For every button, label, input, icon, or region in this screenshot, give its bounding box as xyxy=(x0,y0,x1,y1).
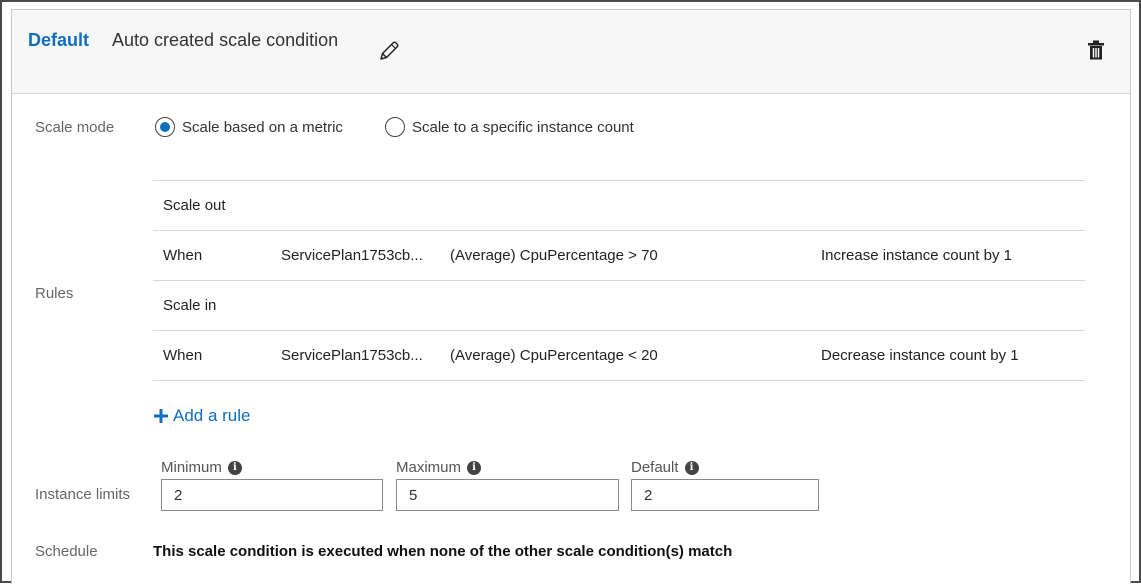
dialog-frame: Default Auto created scale condition Sca… xyxy=(0,0,1141,584)
table-row[interactable]: When ServicePlan1753cb... (Average) CpuP… xyxy=(153,230,1085,280)
add-rule-link[interactable]: Add a rule xyxy=(154,406,251,426)
minimum-label: Minimum i xyxy=(161,459,242,476)
info-icon[interactable]: i xyxy=(684,460,699,475)
minimum-input[interactable] xyxy=(161,479,383,511)
rules-label: Rules xyxy=(35,285,74,302)
scale-mode-label: Scale mode xyxy=(35,119,115,136)
radio-unselected-icon xyxy=(385,117,405,137)
info-icon[interactable]: i xyxy=(227,460,242,475)
rule-resource: ServicePlan1753cb... xyxy=(281,247,423,264)
rules-table: Scale out When ServicePlan1753cb... (Ave… xyxy=(153,180,1085,381)
radio-scale-metric-label: Scale based on a metric xyxy=(182,118,343,136)
default-input[interactable] xyxy=(631,479,819,511)
rule-action: Decrease instance count by 1 xyxy=(821,347,1019,364)
maximum-input[interactable] xyxy=(396,479,619,511)
radio-scale-metric[interactable]: Scale based on a metric xyxy=(155,117,343,137)
scale-out-title: Scale out xyxy=(163,197,226,214)
radio-scale-instance-count[interactable]: Scale to a specific instance count xyxy=(385,117,634,137)
maximum-label: Maximum i xyxy=(396,459,482,476)
radio-scale-instance-count-label: Scale to a specific instance count xyxy=(412,118,634,136)
condition-name: Auto created scale condition xyxy=(112,30,339,50)
pencil-icon[interactable] xyxy=(378,40,400,62)
rule-when: When xyxy=(163,347,203,364)
radio-selected-icon xyxy=(155,117,175,137)
default-label: Default xyxy=(28,30,90,50)
scale-condition-card: Default Auto created scale condition Sca… xyxy=(11,9,1131,584)
add-rule-label: Add a rule xyxy=(173,406,251,425)
info-icon[interactable]: i xyxy=(467,460,482,475)
maximum-label-text: Maximum xyxy=(396,459,462,476)
default-label: Default i xyxy=(631,459,699,476)
rule-action: Increase instance count by 1 xyxy=(821,247,1012,264)
schedule-text: This scale condition is executed when no… xyxy=(153,543,733,560)
rule-condition: (Average) CpuPercentage > 70 xyxy=(450,247,658,264)
scale-out-header: Scale out xyxy=(153,180,1085,230)
trash-icon[interactable] xyxy=(1087,40,1105,60)
schedule-label: Schedule xyxy=(35,543,98,560)
rule-when: When xyxy=(163,247,203,264)
scale-in-header: Scale in xyxy=(153,280,1085,330)
minimum-label-text: Minimum xyxy=(161,459,222,476)
scale-condition-header: Default Auto created scale condition xyxy=(12,10,1130,94)
rule-resource: ServicePlan1753cb... xyxy=(281,347,423,364)
instance-limits-label: Instance limits xyxy=(35,486,131,503)
table-row[interactable]: When ServicePlan1753cb... (Average) CpuP… xyxy=(153,330,1085,381)
rule-condition: (Average) CpuPercentage < 20 xyxy=(450,347,658,364)
scale-in-title: Scale in xyxy=(163,297,217,314)
plus-icon xyxy=(154,409,168,423)
default-label-text: Default xyxy=(631,459,679,476)
